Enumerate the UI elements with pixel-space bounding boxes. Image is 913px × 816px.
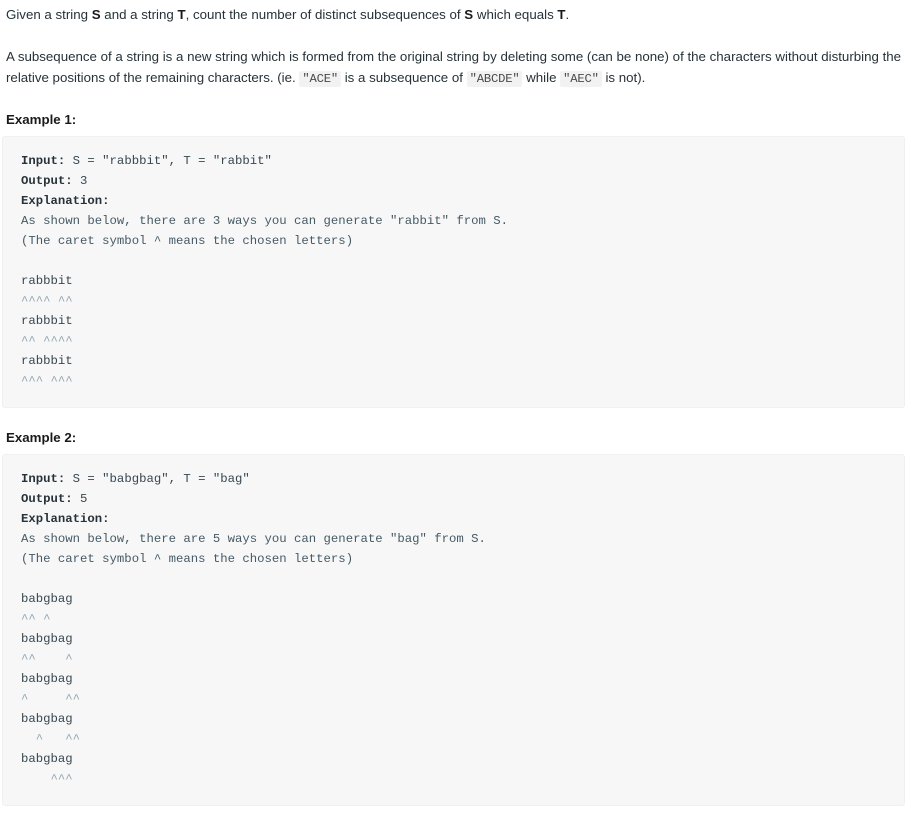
example-1-heading: Example 1: [6, 112, 77, 127]
example-2-diagram-carets-2: ^^ ^ [21, 652, 73, 666]
example-1-diagram-carets-2: ^^ ^^^^ [21, 334, 73, 348]
example-1-diagram-carets-1: ^^^^ ^^ [21, 294, 73, 308]
problem-statement-paragraph: Given a string S and a string T, count t… [0, 0, 913, 25]
example-2-diagram-string-2: babgbag [21, 632, 73, 646]
example-2-explanation-line-2: (The caret symbol ^ means the chosen let… [21, 552, 354, 566]
example-2-diagram-string-1: babgbag [21, 592, 73, 606]
example-2-diagram-string-4: babgbag [21, 712, 73, 726]
problem-description-page: Given a string S and a string T, count t… [0, 0, 913, 806]
example-2-diagram-carets-4: ^ ^^ [21, 732, 81, 746]
string-s-symbol-2: S [464, 7, 474, 22]
example-2-diagram-carets-5: ^^^ [21, 772, 73, 786]
example-2-input-value: S = "babgbag", T = "bag" [65, 472, 250, 486]
example-1-input-value: S = "rabbbit", T = "rabbit" [65, 154, 272, 168]
example-2-code-block: Input: S = "babgbag", T = "bag" Output: … [2, 454, 905, 806]
definition-tail-text: is not). [601, 70, 646, 85]
example-2-diagram-string-5: babgbag [21, 752, 73, 766]
example-2-explanation-label: Explanation: [21, 512, 110, 526]
subsequence-definition-paragraph: A subsequence of a string is a new strin… [0, 25, 913, 90]
example-1-explanation-label: Explanation: [21, 194, 110, 208]
example-2-diagram-carets-1: ^^ ^ [21, 612, 51, 626]
example-1-output-label: Output: [21, 174, 73, 188]
example-2-input-label: Input: [21, 472, 66, 486]
example-1-diagram-carets-3: ^^^ ^^^ [21, 374, 73, 388]
example-1-explanation-line-1: As shown below, there are 3 ways you can… [21, 214, 509, 228]
example-2-diagram-carets-3: ^ ^^ [21, 692, 81, 706]
string-s-symbol: S [91, 7, 101, 22]
example-1-code-content: Input: S = "rabbbit", T = "rabbit" Outpu… [21, 151, 886, 391]
example-1-code-block: Input: S = "rabbbit", T = "rabbit" Outpu… [2, 136, 905, 408]
intro-text-period: . [565, 7, 570, 22]
example-1-diagram-string-2: rabbbit [21, 314, 73, 328]
example-2-output-value: 5 [72, 492, 88, 506]
definition-mid-text-1: is a subsequence of [341, 70, 467, 85]
intro-text-after: , count the number of distinct subsequen… [185, 7, 465, 22]
definition-mid-text-2: while [522, 70, 561, 85]
intro-text-mid: and a string [100, 7, 178, 22]
intro-text-tail: which equals [473, 7, 558, 22]
string-t-symbol-2: T [557, 7, 566, 22]
example-1-diagram-string-3: rabbbit [21, 354, 73, 368]
intro-text-before-s: Given a string [6, 7, 92, 22]
inline-code-aec: "AEC" [560, 71, 602, 87]
example-2-diagram-string-3: babgbag [21, 672, 73, 686]
example-1-output-value: 3 [72, 174, 88, 188]
example-2-output-label: Output: [21, 492, 73, 506]
example-2-code-content: Input: S = "babgbag", T = "bag" Output: … [21, 469, 886, 789]
string-t-symbol: T [177, 7, 186, 22]
example-1-explanation-line-2: (The caret symbol ^ means the chosen let… [21, 234, 354, 248]
example-2-explanation-line-1: As shown below, there are 5 ways you can… [21, 532, 486, 546]
example-2-heading: Example 2: [6, 430, 77, 445]
example-1-input-label: Input: [21, 154, 66, 168]
example-1-diagram-string-1: rabbbit [21, 274, 73, 288]
inline-code-abcde: "ABCDE" [466, 71, 523, 87]
inline-code-ace: "ACE" [299, 71, 341, 87]
